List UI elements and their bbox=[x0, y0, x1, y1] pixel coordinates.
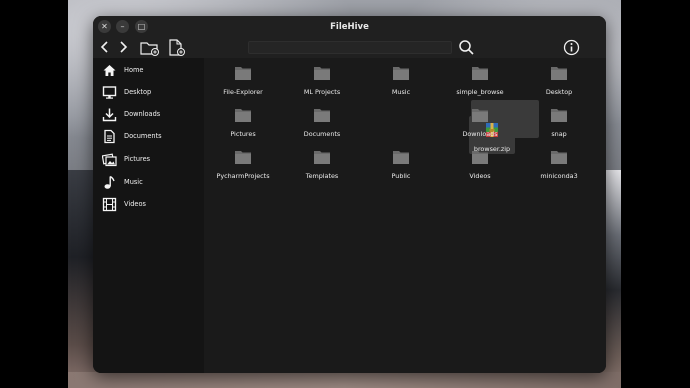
sidebar-item-downloads[interactable]: Downloads bbox=[101, 105, 201, 123]
file-item[interactable]: Downloads bbox=[446, 100, 514, 138]
info-icon[interactable] bbox=[563, 39, 580, 60]
window-title: FileHive bbox=[330, 21, 369, 32]
forward-icon[interactable] bbox=[117, 39, 129, 59]
back-icon[interactable] bbox=[99, 39, 111, 59]
folder-icon bbox=[314, 151, 330, 164]
sidebar-item-label: Pictures bbox=[124, 155, 151, 163]
folder-icon bbox=[314, 109, 330, 122]
monitor-icon bbox=[101, 84, 117, 100]
folder-icon bbox=[235, 151, 251, 164]
file-name: Public bbox=[391, 172, 411, 180]
file-name: File-Explorer bbox=[223, 88, 263, 96]
folder-icon bbox=[472, 109, 488, 122]
file-item[interactable]: snap bbox=[525, 100, 593, 138]
sidebar-item-desktop[interactable]: Desktop bbox=[101, 83, 201, 101]
sidebar-item-label: Documents bbox=[124, 132, 162, 140]
desktop: ✕ – □ FileHive Home Desktop Downloads Do… bbox=[0, 0, 690, 388]
search-input[interactable] bbox=[248, 41, 452, 54]
folder-icon bbox=[551, 151, 567, 164]
home-icon bbox=[101, 62, 117, 78]
file-name: ML Projects bbox=[303, 88, 341, 96]
sidebar-item-music[interactable]: Music bbox=[101, 173, 201, 191]
folder-icon bbox=[551, 109, 567, 122]
toolbar bbox=[93, 37, 606, 58]
file-name: Desktop bbox=[545, 88, 573, 96]
folder-icon bbox=[393, 67, 409, 80]
file-name: Downloads bbox=[462, 130, 498, 138]
pictures-icon bbox=[101, 151, 117, 167]
folder-icon bbox=[235, 67, 251, 80]
sidebar-item-label: Home bbox=[124, 66, 144, 74]
sidebar-item-label: Music bbox=[124, 178, 143, 186]
file-item[interactable]: ML Projects bbox=[288, 58, 356, 96]
sidebar-item-label: Videos bbox=[124, 200, 146, 208]
file-name: Templates bbox=[305, 172, 339, 180]
sidebar-item-pictures[interactable]: Pictures bbox=[101, 150, 201, 168]
sidebar-item-label: Downloads bbox=[124, 110, 161, 118]
file-item[interactable]: File-Explorer bbox=[209, 58, 277, 96]
titlebar: ✕ – □ FileHive bbox=[93, 16, 606, 37]
file-item[interactable]: Documents bbox=[288, 100, 356, 138]
sidebar-item-documents[interactable]: Documents bbox=[101, 127, 201, 145]
file-name: Music bbox=[391, 88, 411, 96]
file-name: Pictures bbox=[230, 130, 256, 138]
file-item[interactable]: miniconda3 bbox=[525, 142, 593, 180]
file-item[interactable]: Templates bbox=[288, 142, 356, 180]
folder-icon bbox=[551, 67, 567, 80]
file-item[interactable]: Public bbox=[367, 142, 435, 180]
folder-icon bbox=[472, 151, 488, 164]
folder-icon bbox=[314, 67, 330, 80]
sidebar-item-home[interactable]: Home bbox=[101, 61, 201, 79]
maximize-button[interactable]: □ bbox=[135, 20, 148, 33]
file-name: Documents bbox=[303, 130, 341, 138]
minimize-button[interactable]: – bbox=[116, 20, 129, 33]
file-name: snap bbox=[551, 130, 567, 138]
file-item[interactable]: Music bbox=[367, 58, 435, 96]
music-note-icon bbox=[101, 174, 117, 190]
sidebar-item-label: Desktop bbox=[124, 88, 152, 96]
file-item[interactable]: PycharmProjects bbox=[209, 142, 277, 180]
close-button[interactable]: ✕ bbox=[98, 20, 111, 33]
sidebar: Home Desktop Downloads Documents Picture… bbox=[93, 58, 204, 373]
document-icon bbox=[101, 128, 117, 144]
file-name: simple_browse bbox=[456, 88, 504, 96]
folder-icon bbox=[393, 151, 409, 164]
file-manager-window: ✕ – □ FileHive Home Desktop Downloads Do… bbox=[93, 16, 606, 373]
wallpaper-ground bbox=[68, 372, 621, 388]
file-name: PycharmProjects bbox=[216, 172, 270, 180]
download-icon bbox=[101, 106, 117, 122]
file-grid: File-Explorer ML Projects Music simple_b… bbox=[204, 58, 606, 373]
film-icon bbox=[101, 196, 117, 212]
file-item[interactable]: Videos bbox=[446, 142, 514, 180]
search-icon[interactable] bbox=[458, 39, 475, 60]
folder-icon bbox=[235, 109, 251, 122]
file-name: miniconda3 bbox=[540, 172, 578, 180]
folder-icon bbox=[472, 67, 488, 80]
file-item[interactable]: simple_browse bbox=[446, 58, 514, 96]
file-item[interactable]: Desktop bbox=[525, 58, 593, 96]
sidebar-item-videos[interactable]: Videos bbox=[101, 195, 201, 213]
file-name: Videos bbox=[469, 172, 491, 180]
file-item[interactable]: Pictures bbox=[209, 100, 277, 138]
